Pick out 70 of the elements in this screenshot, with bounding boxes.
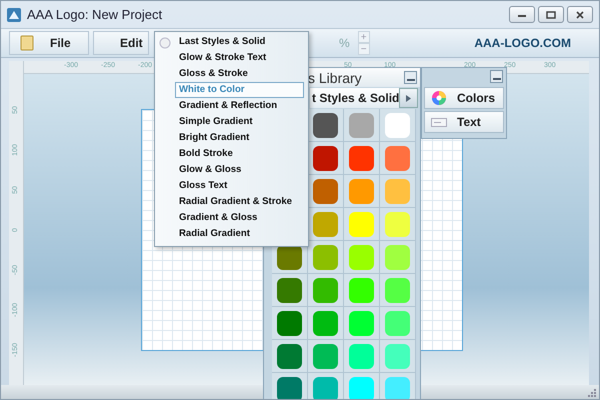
minimize-button[interactable] bbox=[509, 6, 535, 23]
color-swatch[interactable] bbox=[385, 178, 410, 204]
color-swatch[interactable] bbox=[349, 376, 374, 399]
menu-item[interactable]: Bold Stroke bbox=[175, 146, 304, 162]
color-swatch[interactable] bbox=[385, 146, 410, 170]
color-swatch[interactable] bbox=[313, 310, 338, 336]
colors-button[interactable]: Colors bbox=[424, 87, 504, 109]
app-logo-icon bbox=[7, 8, 21, 22]
color-swatch[interactable] bbox=[349, 244, 374, 270]
close-button[interactable] bbox=[567, 6, 593, 23]
color-wheel-icon bbox=[431, 90, 447, 106]
color-swatch[interactable] bbox=[349, 310, 374, 336]
minimize-icon bbox=[406, 77, 414, 81]
color-swatch[interactable] bbox=[349, 212, 374, 236]
close-icon bbox=[575, 10, 585, 18]
window-title: AAA Logo: New Project bbox=[27, 7, 162, 22]
color-swatch[interactable] bbox=[349, 278, 374, 302]
menu-item[interactable]: Radial Gradient & Stroke bbox=[175, 194, 304, 210]
color-swatch[interactable] bbox=[385, 278, 410, 302]
menu-item[interactable]: White to Color bbox=[175, 82, 304, 98]
zoom-percent-label: % bbox=[339, 36, 350, 50]
edit-button[interactable]: Edit bbox=[93, 31, 149, 55]
triangle-icon bbox=[406, 94, 412, 102]
text-box-icon bbox=[431, 116, 447, 128]
color-swatch[interactable] bbox=[385, 112, 410, 138]
menu-item[interactable]: Radial Gradient bbox=[175, 226, 304, 242]
color-swatch[interactable] bbox=[385, 344, 410, 368]
color-swatch[interactable] bbox=[313, 244, 338, 270]
circle-icon bbox=[159, 37, 171, 49]
resize-grip-icon bbox=[586, 387, 596, 397]
color-swatch[interactable] bbox=[385, 212, 410, 236]
file-button[interactable]: File bbox=[9, 31, 89, 55]
color-swatch[interactable] bbox=[313, 146, 338, 170]
menu-item[interactable]: Simple Gradient bbox=[175, 114, 304, 130]
menu-item[interactable]: Glow & Stroke Text bbox=[175, 50, 304, 66]
color-swatch[interactable] bbox=[349, 178, 374, 204]
color-swatch[interactable] bbox=[277, 344, 302, 368]
color-swatch[interactable] bbox=[385, 244, 410, 270]
color-swatch[interactable] bbox=[313, 212, 338, 236]
panel-title: s Library bbox=[308, 70, 362, 86]
color-swatch[interactable] bbox=[385, 310, 410, 336]
color-swatch[interactable] bbox=[277, 310, 302, 336]
maximize-button[interactable] bbox=[538, 6, 564, 23]
color-swatch[interactable] bbox=[313, 344, 338, 368]
color-swatch[interactable] bbox=[349, 344, 374, 368]
color-swatch[interactable] bbox=[277, 376, 302, 399]
color-swatch[interactable] bbox=[349, 112, 374, 138]
menu-item[interactable]: Gloss Text bbox=[175, 178, 304, 194]
style-preset-dropdown[interactable]: t Styles & Solid bbox=[310, 88, 400, 108]
color-swatch[interactable] bbox=[313, 376, 338, 399]
dropdown-button[interactable] bbox=[399, 88, 418, 108]
menu-item[interactable]: Gloss & Stroke bbox=[175, 66, 304, 82]
color-swatch[interactable] bbox=[313, 178, 338, 204]
maximize-icon bbox=[546, 10, 556, 18]
document-icon bbox=[20, 35, 34, 51]
color-swatch[interactable] bbox=[385, 376, 410, 399]
minimize-button[interactable] bbox=[404, 71, 417, 84]
color-swatch[interactable] bbox=[349, 146, 374, 170]
menu-item[interactable]: Gradient & Reflection bbox=[175, 98, 304, 114]
menu-item[interactable]: Last Styles & Solid bbox=[175, 34, 304, 50]
menu-item[interactable]: Bright Gradient bbox=[175, 130, 304, 146]
website-link[interactable]: AAA-LOGO.COM bbox=[474, 36, 571, 50]
text-button[interactable]: Text bbox=[424, 111, 504, 133]
menu-item[interactable]: Gradient & Gloss bbox=[175, 210, 304, 226]
color-swatch[interactable] bbox=[313, 278, 338, 302]
minimize-icon bbox=[492, 76, 500, 80]
minimize-button[interactable] bbox=[490, 70, 503, 83]
color-swatch[interactable] bbox=[313, 112, 338, 138]
color-swatch[interactable] bbox=[277, 278, 302, 302]
menu-item[interactable]: Glow & Gloss bbox=[175, 162, 304, 178]
